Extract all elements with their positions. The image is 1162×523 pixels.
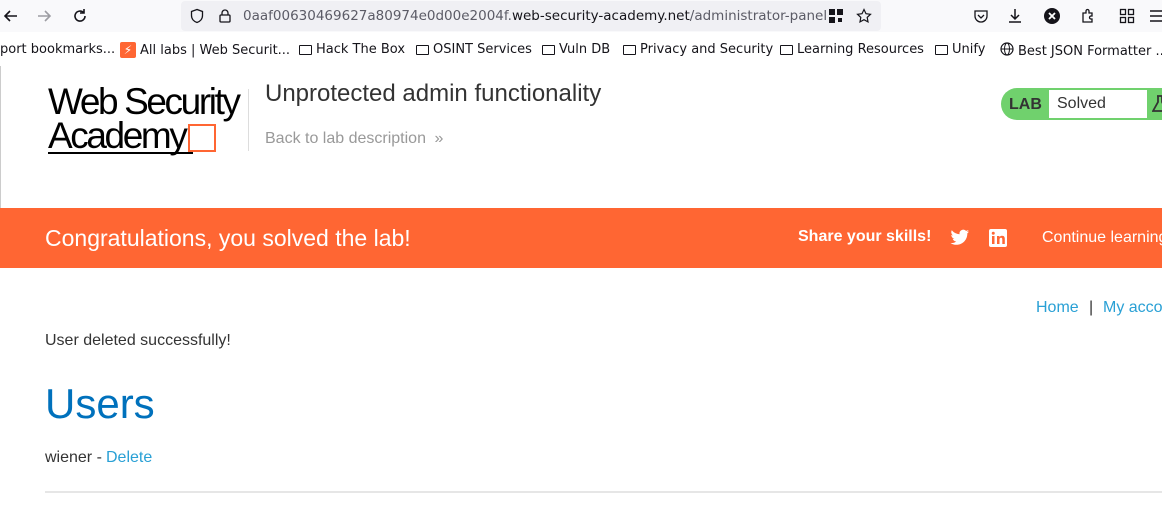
bookmark-import[interactable]: port bookmarks...: [0, 42, 115, 57]
pocket-icon[interactable]: [970, 5, 992, 27]
lab-badge-label: LAB: [1009, 96, 1042, 113]
continue-learning-link[interactable]: Continue learning: [1042, 229, 1162, 247]
lightning-icon: [188, 124, 217, 153]
home-link[interactable]: Home: [1036, 299, 1079, 317]
double-chevron-icon: »: [434, 130, 444, 147]
url-path: /administrator-panel: [689, 8, 828, 24]
bookmark-learning-resources[interactable]: Learning Resources: [780, 42, 924, 57]
bookmark-label: Vuln DB: [559, 42, 611, 57]
globe-icon: [1000, 42, 1014, 60]
extension-x-icon[interactable]: [1041, 5, 1063, 27]
logo-line1: Web Security: [48, 81, 241, 122]
back-icon[interactable]: [0, 5, 22, 27]
back-link-label: Back to lab description: [265, 130, 426, 147]
user-row: wiener -: [45, 449, 102, 467]
bookmark-hack-the-box[interactable]: Hack The Box: [299, 42, 405, 57]
bookmark-osint-services[interactable]: OSINT Services: [416, 42, 532, 57]
username: wiener: [45, 449, 93, 466]
portswigger-icon: ⚡: [120, 42, 136, 58]
folder-icon: [780, 44, 793, 55]
bookmark-label: Unify: [952, 42, 986, 57]
bookmark-label: Learning Resources: [797, 42, 924, 57]
content-divider: [45, 491, 1162, 493]
lab-status-text: Solved: [1049, 90, 1147, 118]
menu-icon[interactable]: [1150, 5, 1162, 27]
folder-icon: [416, 44, 429, 55]
url-text[interactable]: 0aaf00630469627a80974e0d00e2004f.web-sec…: [243, 8, 827, 24]
folder-icon: [935, 44, 948, 55]
delete-user-link[interactable]: Delete: [106, 449, 152, 467]
linkedin-icon[interactable]: [989, 229, 1007, 252]
forward-icon[interactable]: [33, 5, 55, 27]
share-label: Share your skills!: [798, 228, 932, 245]
congrats-message: Congratulations, you solved the lab!: [45, 225, 411, 251]
url-host: web-security-academy.net: [511, 8, 690, 24]
users-heading: Users: [45, 380, 155, 427]
logo-line2: Academy: [48, 115, 188, 156]
folder-icon: [623, 44, 636, 55]
folder-icon: [299, 44, 312, 55]
back-to-lab-link[interactable]: Back to lab description »: [265, 130, 443, 148]
my-account-link[interactable]: My account: [1103, 299, 1162, 317]
header-divider: [248, 89, 249, 151]
bookmark-vuln-db[interactable]: Vuln DB: [542, 42, 610, 57]
apps-grid-icon[interactable]: [1116, 5, 1138, 27]
url-prefix: 0aaf00630469627a80974e0d00e2004f.: [243, 8, 512, 24]
bookmark-json-formatter[interactable]: Best JSON Formatter ...: [1000, 42, 1162, 60]
lock-icon[interactable]: [214, 5, 236, 27]
logo-underline: [48, 152, 193, 154]
flask-icon: [1152, 94, 1162, 114]
qr-code-icon[interactable]: [825, 5, 847, 27]
user-dash: -: [96, 449, 102, 466]
web-security-academy-logo[interactable]: Web Security Academy: [48, 81, 241, 156]
bookmark-label: Hack The Box: [316, 42, 406, 57]
bookmark-label: Best JSON Formatter ...: [1018, 43, 1162, 59]
bookmark-label: All labs | Web Securit...: [140, 42, 291, 58]
twitter-icon[interactable]: [950, 229, 970, 252]
reload-icon[interactable]: [69, 5, 91, 27]
bookmark-label: port bookmarks...: [0, 42, 116, 57]
folder-icon: [542, 44, 555, 55]
bookmarks-bar: port bookmarks... ⚡ All labs | Web Secur…: [0, 38, 1162, 62]
bookmark-unify[interactable]: Unify: [935, 42, 985, 57]
download-icon[interactable]: [1004, 5, 1026, 27]
bookmark-star-icon[interactable]: [853, 5, 875, 27]
lab-title: Unprotected admin functionality: [265, 80, 602, 107]
shield-icon[interactable]: [186, 5, 208, 27]
bookmark-privacy-security[interactable]: Privacy and Security: [623, 42, 773, 57]
nav-separator: |: [1089, 299, 1094, 316]
status-message: User deleted successfully!: [45, 332, 231, 349]
bookmark-all-labs[interactable]: ⚡ All labs | Web Securit...: [120, 42, 290, 58]
extensions-puzzle-icon[interactable]: [1077, 5, 1099, 27]
bookmark-label: Privacy and Security: [640, 42, 774, 57]
bookmark-label: OSINT Services: [433, 42, 532, 57]
